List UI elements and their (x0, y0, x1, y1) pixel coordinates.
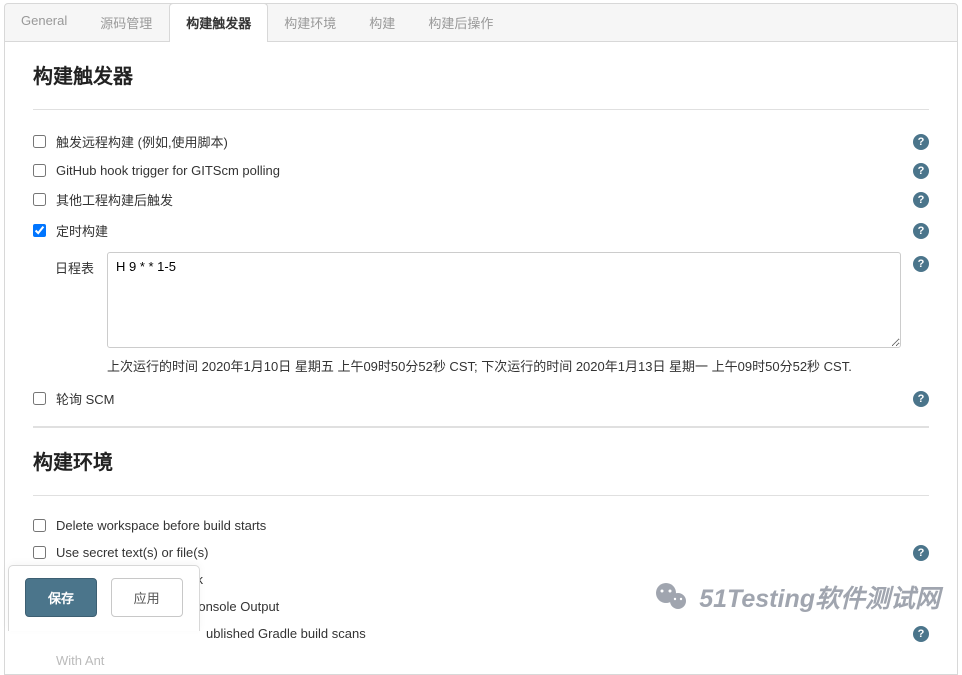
trigger-poll-scm-label: 轮询 SCM (56, 389, 929, 408)
section-env: 构建环境 Delete workspace before build start… (33, 426, 929, 674)
env-ant-row: With Ant (33, 647, 929, 674)
env-secret-row: Use secret text(s) or file(s) ? (33, 539, 929, 566)
schedule-textarea[interactable]: H 9 * * 1-5 (107, 252, 901, 348)
tabs-bar: General 源码管理 构建触发器 构建环境 构建 构建后操作 (4, 3, 958, 42)
help-icon[interactable]: ? (913, 256, 929, 272)
tab-post[interactable]: 构建后操作 (412, 4, 510, 41)
env-secret-label: Use secret text(s) or file(s) (56, 545, 929, 560)
save-button[interactable]: 保存 (25, 578, 97, 617)
schedule-block: 日程表 H 9 * * 1-5 ? (55, 252, 929, 348)
tab-env[interactable]: 构建环境 (268, 4, 353, 41)
env-delete-ws-label: Delete workspace before build starts (56, 518, 929, 533)
trigger-after-other-checkbox[interactable] (33, 193, 46, 206)
help-icon[interactable]: ? (913, 192, 929, 208)
schedule-info: 上次运行的时间 2020年1月10日 星期五 上午09时50分52秒 CST; … (107, 352, 901, 383)
trigger-poll-scm-row: 轮询 SCM ? (33, 383, 929, 414)
trigger-timer-label: 定时构建 (56, 221, 929, 240)
tab-triggers[interactable]: 构建触发器 (169, 3, 268, 42)
button-bar: 保存 应用 (8, 565, 200, 631)
env-secret-checkbox[interactable] (33, 546, 46, 559)
trigger-after-other-label: 其他工程构建后触发 (56, 190, 929, 209)
wechat-icon (653, 579, 689, 615)
section-title-triggers: 构建触发器 (33, 60, 929, 89)
env-delete-ws-row: Delete workspace before build starts (33, 512, 929, 539)
env-delete-ws-checkbox[interactable] (33, 519, 46, 532)
watermark-text: 51Testing软件测试网 (699, 579, 940, 615)
divider (33, 109, 929, 110)
help-icon[interactable]: ? (913, 163, 929, 179)
trigger-remote-checkbox[interactable] (33, 135, 46, 148)
watermark: 51Testing软件测试网 (653, 579, 940, 615)
tab-build[interactable]: 构建 (353, 4, 412, 41)
tab-general[interactable]: General (5, 4, 84, 41)
trigger-after-other-row: 其他工程构建后触发 ? (33, 184, 929, 215)
tab-scm[interactable]: 源码管理 (84, 4, 169, 41)
trigger-timer-row: 定时构建 ? (33, 215, 929, 246)
trigger-poll-scm-checkbox[interactable] (33, 392, 46, 405)
help-icon[interactable]: ? (913, 391, 929, 407)
trigger-remote-row: 触发远程构建 (例如,使用脚本) ? (33, 126, 929, 157)
divider (33, 495, 929, 496)
trigger-github-label: GitHub hook trigger for GITScm polling (56, 163, 929, 178)
schedule-label: 日程表 (55, 252, 107, 277)
help-icon[interactable]: ? (913, 545, 929, 561)
trigger-remote-label: 触发远程构建 (例如,使用脚本) (56, 132, 929, 151)
help-icon[interactable]: ? (913, 134, 929, 150)
trigger-timer-checkbox[interactable] (33, 224, 46, 237)
apply-button[interactable]: 应用 (111, 578, 183, 617)
env-ant-label: With Ant (56, 653, 929, 668)
trigger-github-row: GitHub hook trigger for GITScm polling ? (33, 157, 929, 184)
section-title-env: 构建环境 (33, 446, 929, 475)
trigger-github-checkbox[interactable] (33, 164, 46, 177)
help-icon[interactable]: ? (913, 223, 929, 239)
